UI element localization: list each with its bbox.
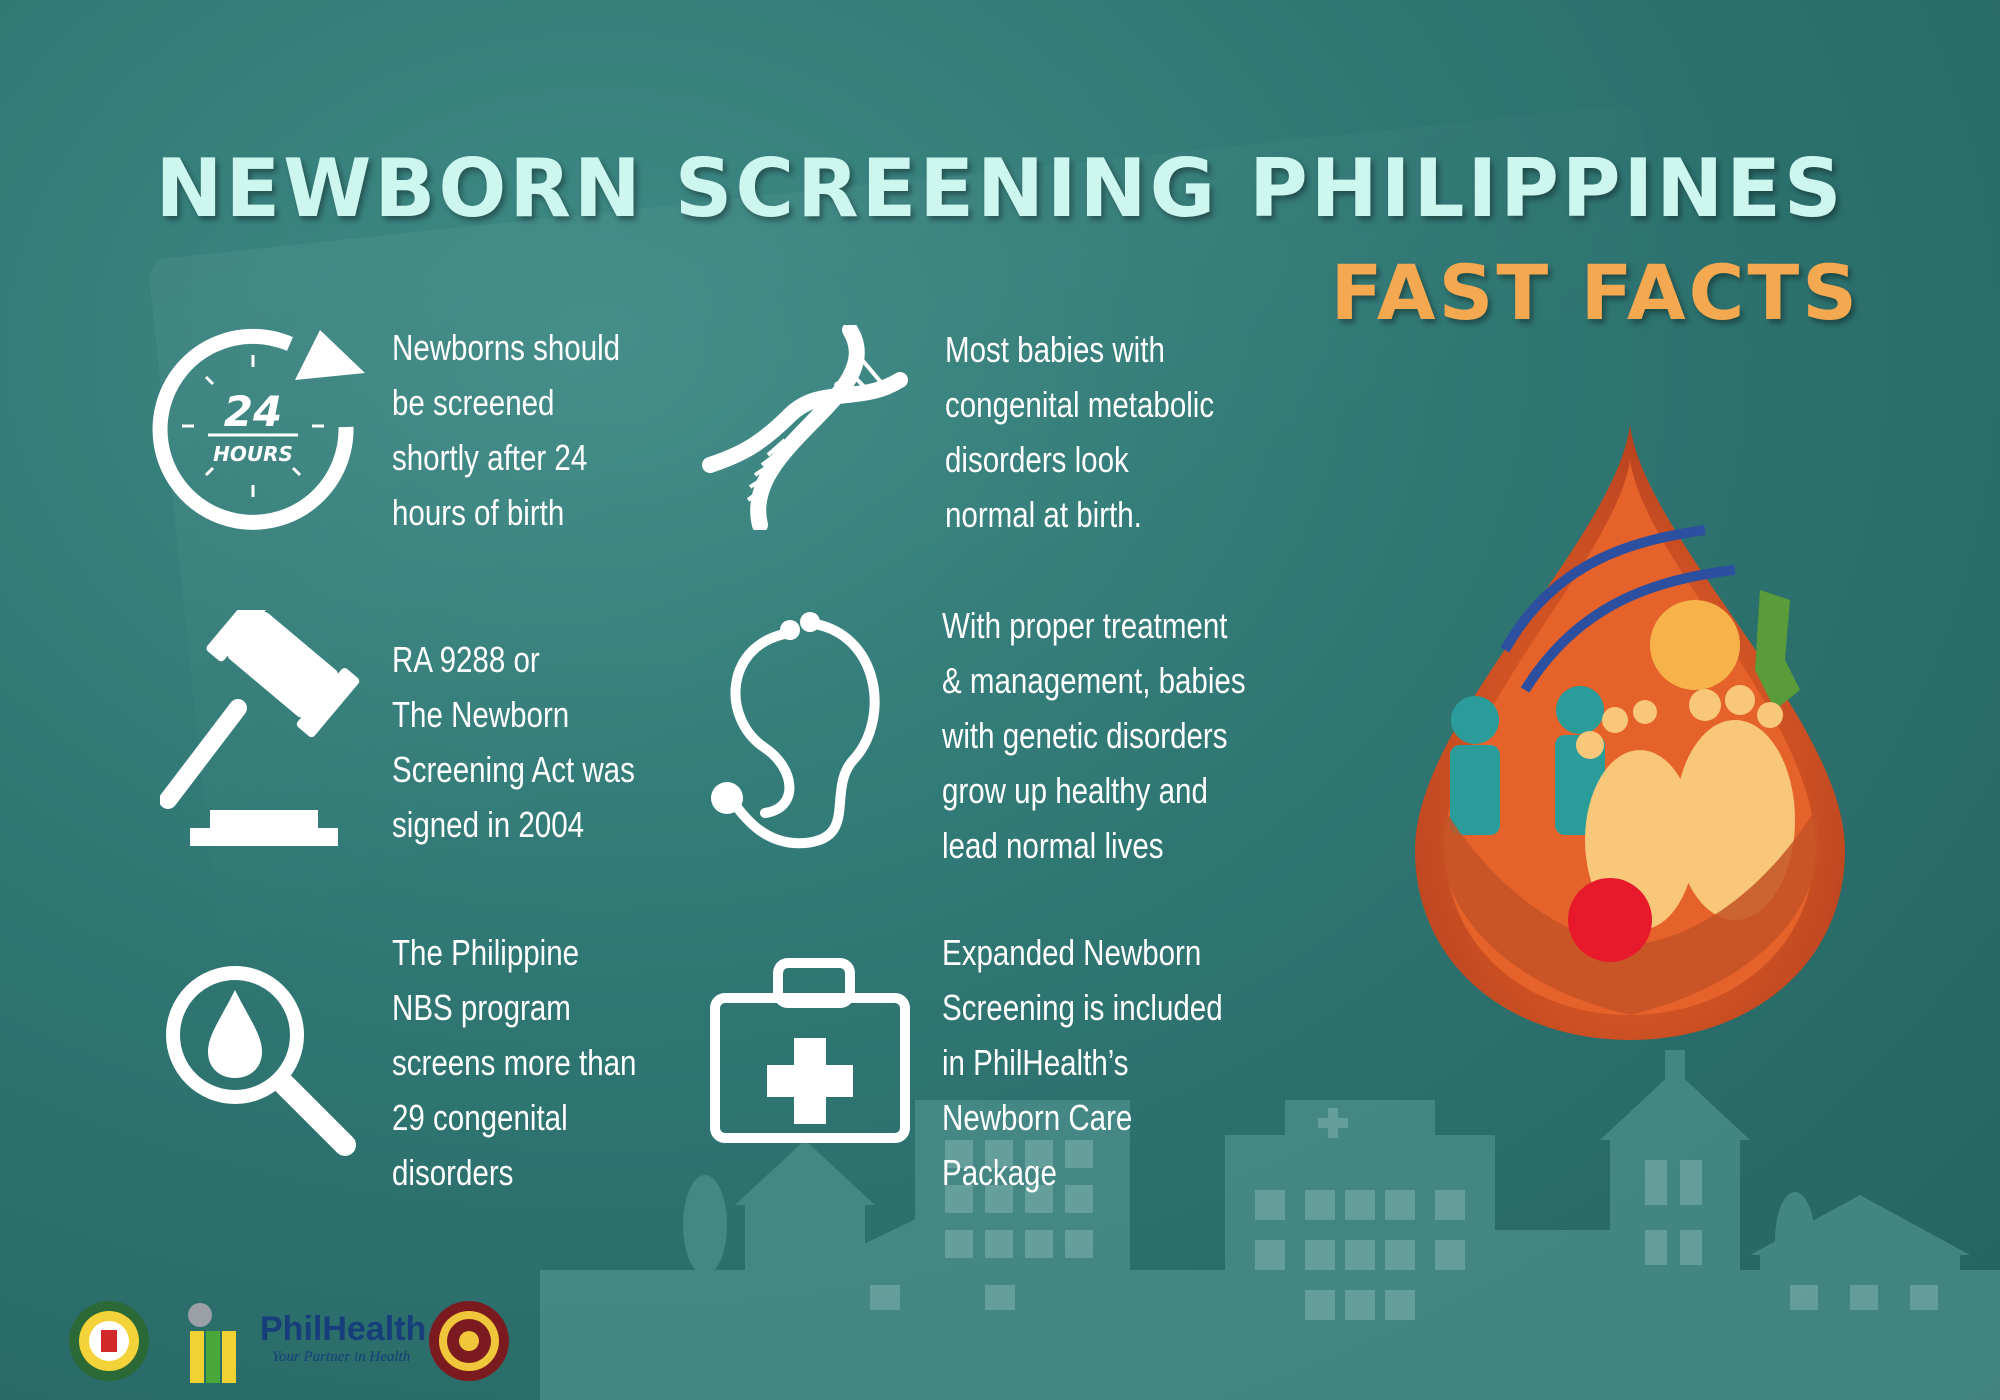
fact-text-2: Most babies with congenital metabolic di… [945, 322, 1214, 542]
clock-24-hours-icon: 24 HOURS [152, 328, 365, 530]
fact-line: grow up healthy and [942, 770, 1208, 811]
page-subtitle: FAST FACTS [1330, 248, 1860, 337]
blood-spot-shape [1568, 878, 1652, 962]
dna-icon [702, 325, 908, 530]
fact-line: hours of birth [392, 492, 565, 533]
page-title: NEWBORN SCREENING PHILIPPINES [155, 142, 1845, 235]
fact-line: RA 9288 or [392, 639, 540, 680]
philhealth-name: PhilHealth [260, 1310, 427, 1348]
fact-line: disorders look [945, 439, 1129, 480]
fact-line: The Philippine [392, 932, 580, 973]
clock-icon-number: 24 [224, 387, 282, 436]
fact-text-5: The Philippine NBS program screens more … [392, 925, 636, 1200]
first-aid-kit-icon [710, 958, 910, 1143]
fact-line: NBS program [392, 987, 571, 1028]
fact-line: Most babies with [945, 329, 1165, 370]
fact-line: 29 congenital [392, 1097, 568, 1138]
fact-line: The Newborn [392, 694, 570, 735]
fact-line: congenital metabolic [945, 384, 1215, 425]
fact-line: be screened [392, 382, 555, 423]
gavel-icon [160, 610, 360, 846]
up-seal-icon [429, 1301, 509, 1381]
fact-line: Package [942, 1152, 1057, 1193]
clock-icon-label: HOURS [213, 442, 293, 466]
fact-line: lead normal lives [942, 825, 1164, 866]
fact-line: disorders [392, 1152, 514, 1193]
sun-shape [1650, 600, 1740, 690]
blood-drop-illustration [1415, 425, 1845, 1040]
fact-line: Expanded Newborn [942, 932, 1202, 973]
fact-text-1: Newborns should be screened shortly afte… [392, 320, 620, 540]
fact-text-6: Expanded Newborn Screening is included i… [942, 925, 1223, 1200]
fact-line: with genetic disorders [942, 715, 1228, 756]
fact-line: normal at birth. [945, 494, 1142, 535]
fact-text-4: With proper treatment & management, babi… [942, 598, 1246, 873]
stethoscope-icon [711, 612, 880, 849]
fact-line: in PhilHealth’s [942, 1042, 1129, 1083]
fact-line: Screening Act was [392, 749, 635, 790]
fact-line: Newborns should [392, 327, 621, 368]
fact-text-3: RA 9288 or The Newborn Screening Act was… [392, 632, 635, 852]
fact-line: Screening is included [942, 987, 1223, 1028]
fact-line: screens more than [392, 1042, 637, 1083]
philhealth-logo-icon [188, 1303, 236, 1383]
fact-line: Newborn Care [942, 1097, 1133, 1138]
partner-logos: PhilHealth Your Partner in Health [60, 1285, 520, 1395]
fact-line: shortly after 24 [392, 437, 588, 478]
fact-line: & management, babies [942, 660, 1246, 701]
doh-seal-icon [69, 1301, 149, 1381]
magnifier-drop-icon [166, 966, 356, 1156]
philhealth-tagline: Your Partner in Health [272, 1349, 411, 1365]
fact-line: With proper treatment [942, 605, 1228, 646]
fact-line: signed in 2004 [392, 804, 585, 845]
